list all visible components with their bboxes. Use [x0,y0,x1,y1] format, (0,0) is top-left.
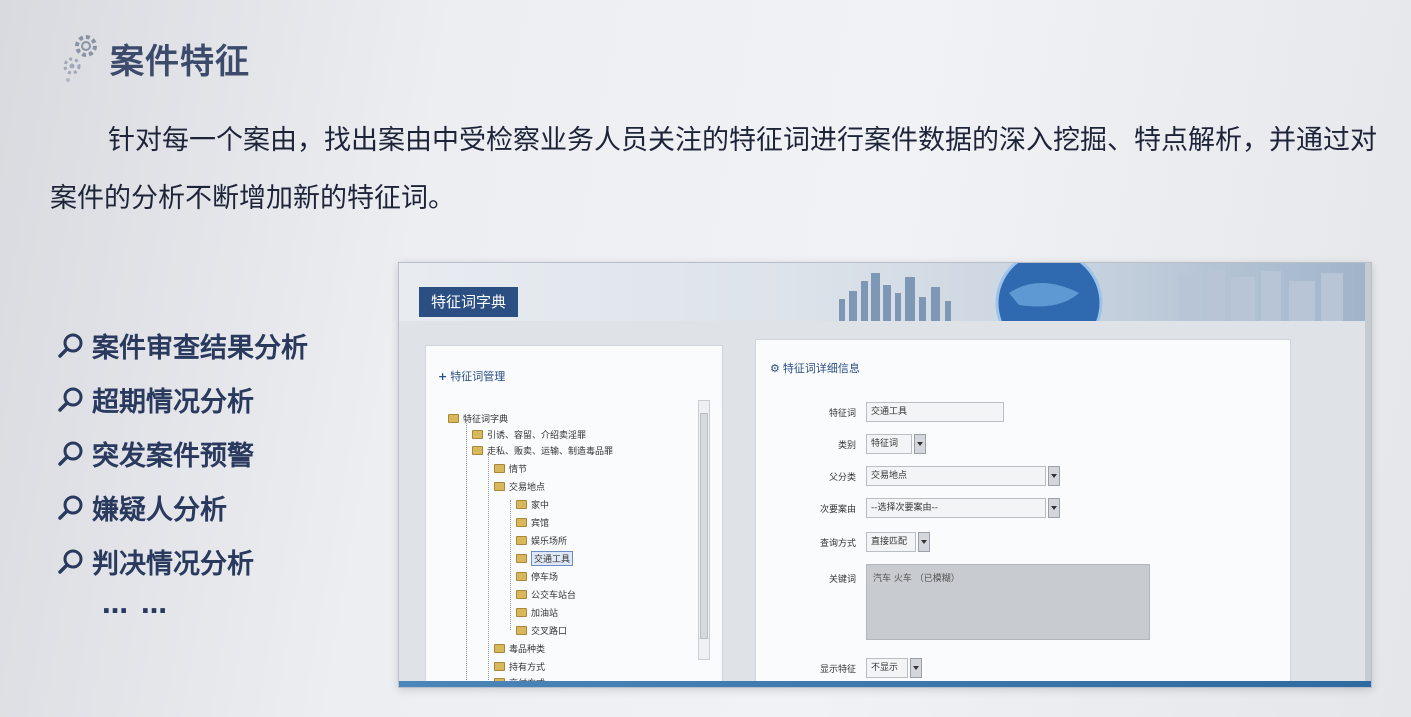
keyword-row: 关键词 汽车 火车 （已模糊） [756,564,1150,640]
feature-label: 判决情况分析 [92,548,254,580]
feature-item: 嫌疑人分析 [56,480,308,534]
chevron-down-icon[interactable] [1048,498,1060,518]
gear-icon [63,35,97,82]
feature-list: 案件审查结果分析 超期情况分析 突发案件预警 嫌疑人分析 判决情况分析 … … [56,318,308,620]
tree-item[interactable]: 宾馆 [516,514,549,530]
folder-icon [494,481,505,491]
keyword-textarea[interactable]: 汽车 火车 （已模糊） [866,564,1150,640]
chevron-down-icon[interactable] [1048,466,1060,486]
feature-item: 案件审查结果分析 [56,318,308,372]
tree-item[interactable]: 停车场 [516,568,558,584]
magnifier-icon [58,549,83,574]
folder-icon [516,517,527,527]
tree-item[interactable]: 家中 [516,496,549,512]
tree-item-selected[interactable]: 交通工具 [516,550,574,566]
match-select[interactable]: 直接匹配 [866,532,916,552]
app-window: 特征词字典 + 特征词管理 特征词字典 引诱、容留、介绍卖淫罪 走私、贩卖、运输、… [398,262,1372,688]
tree-item[interactable]: 毒品种类 [494,640,545,656]
feature-label: 嫌疑人分析 [92,494,227,526]
detail-panel: ⚙ 特征词详细信息 特征词 交通工具 类别 特征词 父分类 交易地点 次要案由 -… [755,339,1291,687]
tree-item[interactable]: 特征词字典 [448,410,508,426]
folder-icon [516,571,527,581]
display-select[interactable]: 不显示 [866,658,908,678]
tree-item[interactable]: 交易地点 [494,478,545,494]
folder-icon [516,589,527,599]
tree-panel-title: 特征词管理 [450,370,506,383]
folder-icon [472,445,483,455]
plus-icon: + [438,370,448,383]
folder-icon [472,429,483,439]
gear-small-icon: ⚙ [770,362,780,375]
parent-row: 父分类 交易地点 [756,466,1060,486]
intro-line-1: 针对每一个案由，找出案由中受检察业务人员关注的特征词进行案件数据的深入挖掘、特点… [108,125,1215,156]
feature-label: 案件审查结果分析 [92,332,308,364]
chevron-down-icon[interactable] [914,434,926,454]
magnifier-icon [58,441,83,466]
cause-select[interactable]: --选择次要案由-- [866,498,1046,518]
tree-item[interactable]: 娱乐场所 [516,532,567,548]
folder-icon [494,643,505,653]
folder-icon [448,413,459,423]
feature-label: 突发案件预警 [92,440,254,472]
page-title: 案件特征 [110,41,250,82]
tree-panel: + 特征词管理 特征词字典 引诱、容留、介绍卖淫罪 走私、贩卖、运输、制造毒品罪 … [425,345,723,687]
tree-item[interactable]: 加油站 [516,604,558,620]
chevron-down-icon[interactable] [910,658,922,678]
app-scrollbar[interactable] [1365,263,1371,687]
display-row: 显示特征 不显示 [756,658,922,678]
category-select[interactable]: 特征词 [866,434,912,454]
chevron-down-icon[interactable] [918,532,930,552]
folder-icon [516,553,527,563]
tree-item[interactable]: 情节 [494,460,527,476]
tree-item[interactable]: 走私、贩卖、运输、制造毒品罪 [472,442,613,458]
folder-icon [494,661,505,671]
cause-row: 次要案由 --选择次要案由-- [756,498,1060,518]
folder-icon [494,463,505,473]
page-heading: 案件特征 [58,32,250,84]
tree-item[interactable]: 公交车站台 [516,586,576,602]
tree-scrollbar[interactable] [698,400,710,660]
feature-label: 超期情况分析 [92,386,254,418]
category-row: 类别 特征词 [756,434,926,454]
feature-item: 突发案件预警 [56,426,308,480]
folder-icon [516,535,527,545]
magnifier-icon [58,333,83,358]
detail-panel-title: 特征词详细信息 [782,362,860,375]
folder-icon [516,607,527,617]
match-row: 查询方式 直接匹配 [756,532,930,552]
app-bottom-bar [399,681,1371,687]
tree-panel-header: + 特征词管理 [426,346,722,384]
tree-item[interactable]: 引诱、容留、介绍卖淫罪 [472,426,586,442]
folder-icon [516,625,527,635]
magnifier-icon [58,495,83,520]
app-title: 特征词字典 [419,287,519,317]
tree-item[interactable]: 持有方式 [494,658,545,674]
app-banner: 特征词字典 [399,263,1371,321]
scrollbar-thumb[interactable] [700,413,708,639]
feature-item: 超期情况分析 [56,372,308,426]
more-ellipsis: … … [102,590,170,620]
magnifier-icon [58,387,83,412]
word-row: 特征词 交通工具 [756,402,1004,422]
parent-select[interactable]: 交易地点 [866,466,1046,486]
feature-item: 判决情况分析 [56,534,308,588]
word-input[interactable]: 交通工具 [866,402,1004,422]
city-skyline-icon [839,263,1343,321]
tree-item[interactable]: 交叉路口 [516,622,567,638]
detail-panel-header: ⚙ 特征词详细信息 [756,340,1290,376]
intro-paragraph: 针对每一个案由，找出案由中受检察业务人员关注的特征词进行案件数据的深入挖掘、特点… [50,112,1390,228]
folder-icon [516,499,527,509]
